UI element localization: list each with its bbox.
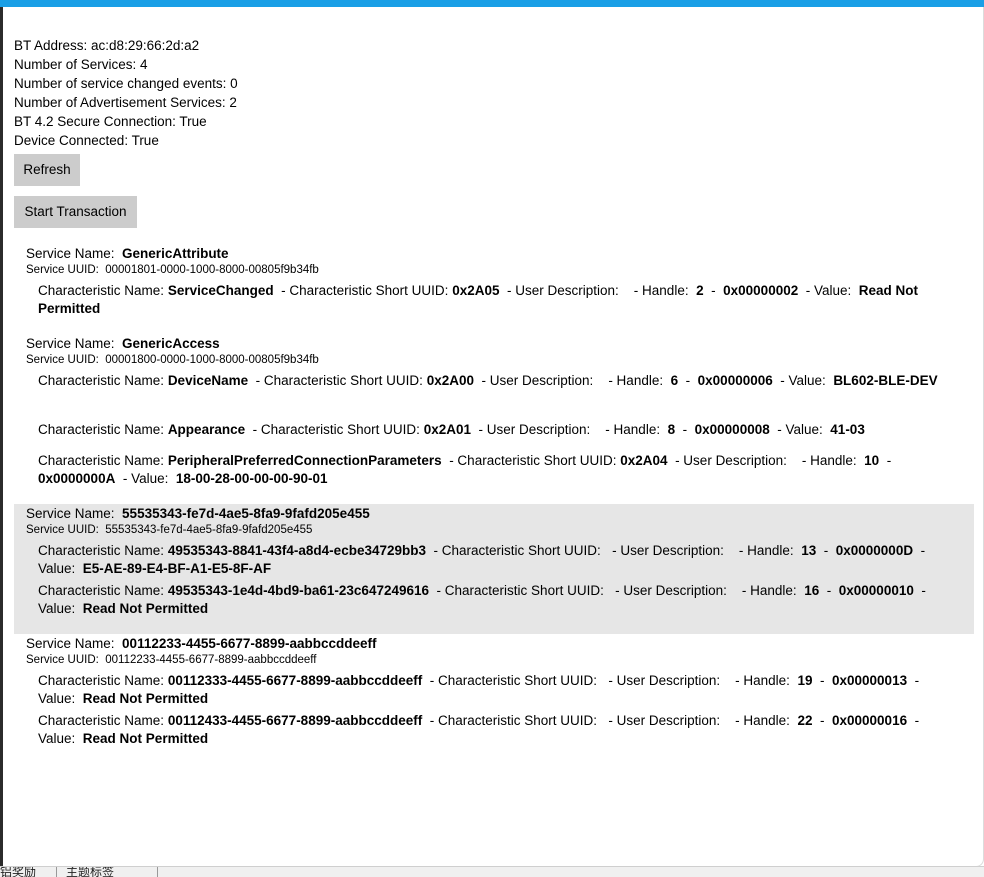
service-item[interactable]: Service Name: 00112233-4455-6677-8899-aa… <box>14 634 974 754</box>
service-changed-events: Number of service changed events: 0 <box>14 76 238 91</box>
service-item-selected[interactable]: Service Name: 55535343-fe7d-4ae5-8fa9-9f… <box>14 504 974 634</box>
characteristic-item[interactable]: Characteristic Name: PeripheralPreferred… <box>38 452 958 488</box>
window-title-bar-accent <box>0 0 984 7</box>
service-name: Service Name: 00112233-4455-6677-8899-aa… <box>26 636 377 651</box>
characteristic-item[interactable]: Characteristic Name: 49535343-1e4d-4bd9-… <box>38 582 958 618</box>
device-details-window: BT Address: ac:d8:29:66:2d:a2 Number of … <box>3 7 984 867</box>
characteristic-item[interactable]: Characteristic Name: Appearance - Charac… <box>38 421 958 439</box>
advertisement-services: Number of Advertisement Services: 2 <box>14 95 237 110</box>
characteristic-item[interactable]: Characteristic Name: DeviceName - Charac… <box>38 372 958 390</box>
service-item[interactable]: Service Name: GenericAccess Service UUID… <box>14 333 974 493</box>
taskbar-strip: 铝奖励 主题标签 <box>0 866 984 877</box>
start-transaction-button[interactable]: Start Transaction <box>14 196 137 228</box>
secure-connection: BT 4.2 Secure Connection: True <box>14 114 207 129</box>
service-name: Service Name: GenericAttribute <box>26 246 229 261</box>
service-uuid: Service UUID: 00001800-0000-1000-8000-00… <box>26 354 319 366</box>
characteristic-item[interactable]: Characteristic Name: 49535343-8841-43f4-… <box>38 542 958 578</box>
service-uuid: Service UUID: 55535343-fe7d-4ae5-8fa9-9f… <box>26 524 313 536</box>
service-name: Service Name: 55535343-fe7d-4ae5-8fa9-9f… <box>26 506 370 521</box>
device-connected: Device Connected: True <box>14 133 159 148</box>
characteristic-item[interactable]: Characteristic Name: ServiceChanged - Ch… <box>38 282 958 318</box>
service-name: Service Name: GenericAccess <box>26 336 220 351</box>
number-of-services: Number of Services: 4 <box>14 57 148 72</box>
device-info-panel: BT Address: ac:d8:29:66:2d:a2 Number of … <box>14 36 238 150</box>
service-uuid: Service UUID: 00001801-0000-1000-8000-00… <box>26 264 319 276</box>
characteristic-item[interactable]: Characteristic Name: 00112333-4455-6677-… <box>38 672 958 708</box>
refresh-button[interactable]: Refresh <box>14 154 80 186</box>
service-item[interactable]: Service Name: GenericAttribute Service U… <box>14 243 974 323</box>
service-uuid: Service UUID: 00112233-4455-6677-8899-aa… <box>26 654 317 666</box>
characteristic-item[interactable]: Characteristic Name: 00112433-4455-6677-… <box>38 712 958 748</box>
bt-address: BT Address: ac:d8:29:66:2d:a2 <box>14 38 200 53</box>
